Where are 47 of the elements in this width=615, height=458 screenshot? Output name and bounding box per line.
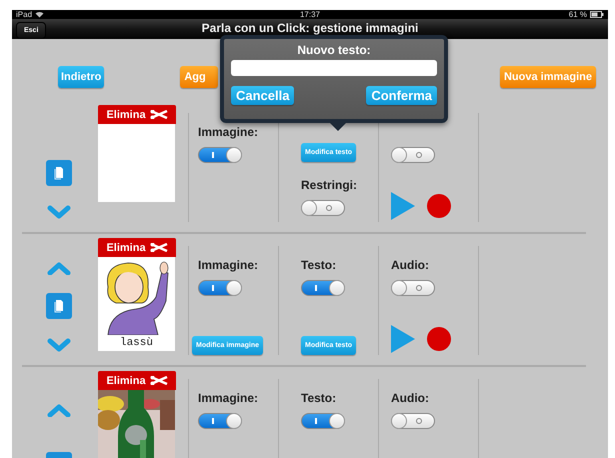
image-label: Immagine: [198,125,258,141]
chevron-down-icon[interactable] [47,204,71,219]
record-icon[interactable] [427,194,451,218]
text-label: Testo: [301,258,336,274]
delete-button[interactable]: Elimina [98,105,176,124]
new-image-button[interactable]: Nuova immagine [500,66,596,88]
cancel-button[interactable]: Cancella [231,86,294,105]
image-toggle[interactable] [198,147,242,163]
clock-time: 17:37 [300,10,320,19]
back-button[interactable]: Indietro [58,66,104,88]
text-label: Testo: [301,391,336,407]
play-icon[interactable] [391,325,415,353]
audio-label: Audio: [391,391,429,407]
image-caption: lassù [120,336,153,351]
text-toggle[interactable] [301,280,345,296]
audio-toggle[interactable] [391,147,435,163]
scissors-icon [150,376,168,385]
text-input-field[interactable] [231,60,437,76]
scissors-icon [150,110,168,119]
chevron-up-icon[interactable] [47,402,71,417]
shrink-label: Restringi: [301,178,358,194]
copy-icon[interactable] [46,160,72,186]
window-title: Parla con un Click: gestione immagini [202,21,418,35]
play-icon[interactable] [391,192,415,220]
chevron-down-icon[interactable] [47,338,71,352]
wifi-icon [35,11,44,18]
add-button[interactable]: Agg [180,66,218,88]
shrink-toggle[interactable] [301,200,345,216]
image-toggle[interactable] [198,280,242,296]
text-toggle[interactable] [301,413,345,429]
copy-icon[interactable] [46,293,72,320]
audio-toggle[interactable] [391,413,435,429]
delete-button[interactable]: Elimina [98,238,176,257]
image-toggle[interactable] [198,413,242,429]
device-name: iPad [16,10,32,19]
delete-button[interactable]: Elimina [98,371,176,390]
audio-toggle[interactable] [391,280,435,296]
popover-title: Nuovo testo: [297,43,371,57]
audio-label: Audio: [391,258,429,274]
scissors-icon [150,243,168,252]
battery-percent: 61 % [568,10,587,19]
battery-icon [590,11,604,18]
image-label: Immagine: [198,258,258,274]
image-label: Immagine: [198,391,258,407]
confirm-button[interactable]: Conferma [366,86,437,105]
record-icon[interactable] [427,327,451,351]
chevron-up-icon[interactable] [47,261,71,276]
